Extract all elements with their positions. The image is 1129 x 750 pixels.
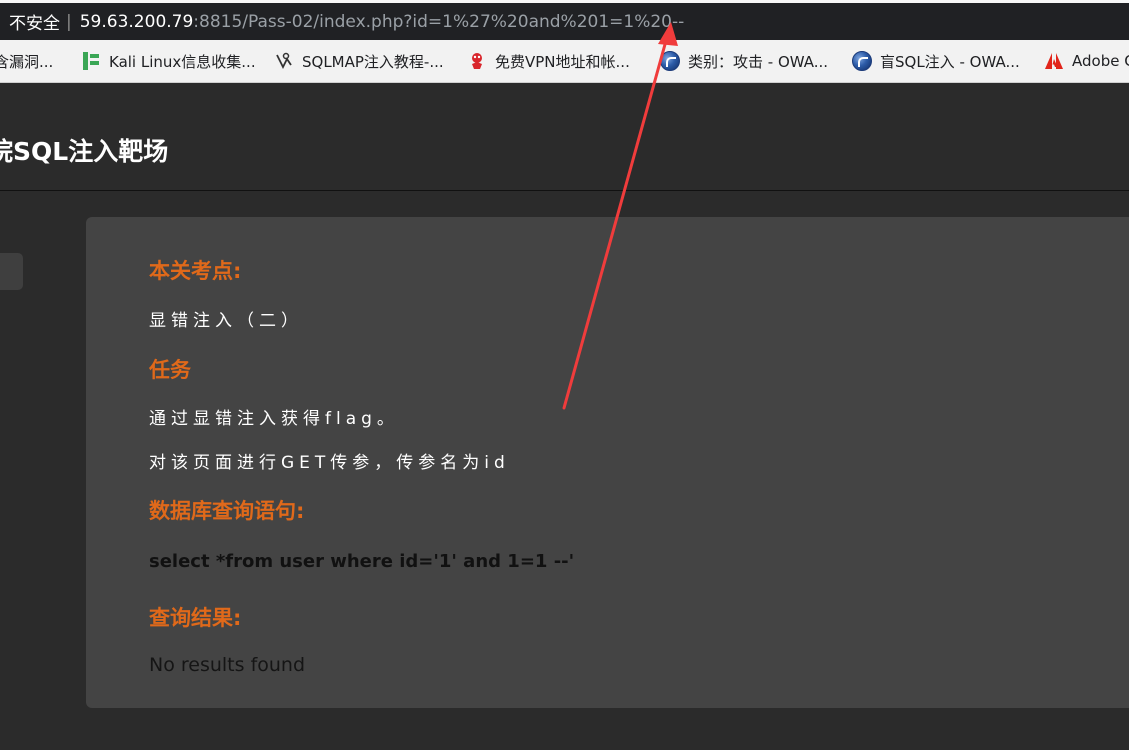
bookmark-item-owasp-blind-sql[interactable]: 盲SQL注入 - OWA... <box>852 40 1020 82</box>
bookmark-item-owasp-attack[interactable]: 类别：攻击 - OWA... <box>660 40 828 82</box>
section-heading-query: 数据库查询语句: <box>149 499 305 523</box>
query-result-text: No results found <box>149 654 306 676</box>
bookmark-label: 类别：攻击 - OWA... <box>688 52 829 71</box>
sql-query-text: select *from user where id='1' and 1=1 -… <box>149 551 575 572</box>
bookmark-label: 免费VPN地址和帐... <box>495 52 630 71</box>
topic-text: 显错注入（二） <box>149 311 303 331</box>
site-title: 院SQL注入靶场 <box>0 137 169 166</box>
bookmark-item-sqlmap[interactable]: SQLMAP注入教程-... <box>274 40 444 82</box>
not-secure-label[interactable]: 不安全 <box>0 9 60 34</box>
task-line-1: 通过显错注入获得flag。 <box>149 409 399 429</box>
bookmark-label: SQLMAP注入教程-... <box>302 52 444 71</box>
url-path[interactable]: :8815/Pass-02/index.php?id=1%27%20and%20… <box>193 12 684 32</box>
section-heading-task: 任务 <box>149 358 191 382</box>
vpn-icon <box>467 51 487 71</box>
owasp-icon <box>660 51 680 71</box>
page-header: 院SQL注入靶场 <box>0 84 1129 191</box>
owasp-icon <box>852 51 872 71</box>
bookmark-item-kali[interactable]: Kali Linux信息收集... <box>81 40 256 82</box>
bookmark-label: 盲SQL注入 - OWA... <box>880 52 1020 71</box>
address-bar[interactable]: 不安全 | 59.63.200.79 :8815/Pass-02/index.p… <box>0 0 1129 40</box>
section-heading-topic: 本关考点: <box>149 259 242 283</box>
bookmark-item-vpn[interactable]: 免费VPN地址和帐... <box>467 40 630 82</box>
bookmark-item[interactable]: 含漏洞... <box>0 40 53 82</box>
sqlmap-icon <box>274 51 294 71</box>
url-host[interactable]: 59.63.200.79 <box>80 12 194 32</box>
adobe-icon <box>1044 51 1064 71</box>
bookmark-label: 含漏洞... <box>0 52 54 71</box>
bookmark-label: Adobe C <box>1072 52 1129 70</box>
kali-icon <box>81 51 101 71</box>
bookmark-label: Kali Linux信息收集... <box>109 52 256 71</box>
bookmark-item-adobe[interactable]: Adobe C <box>1044 40 1129 82</box>
task-line-2: 对该页面进行GET传参，传参名为id <box>149 453 510 473</box>
address-separator: | <box>66 11 72 32</box>
bookmarks-bar: 含漏洞... Kali Linux信息收集... SQLMAP注入教程-... … <box>0 40 1129 83</box>
content-panel: 本关考点: 显错注入（二） 任务 通过显错注入获得flag。 对该页面进行GET… <box>86 217 1129 708</box>
section-heading-result: 查询结果: <box>149 606 242 630</box>
sidebar-tab[interactable] <box>0 253 23 290</box>
